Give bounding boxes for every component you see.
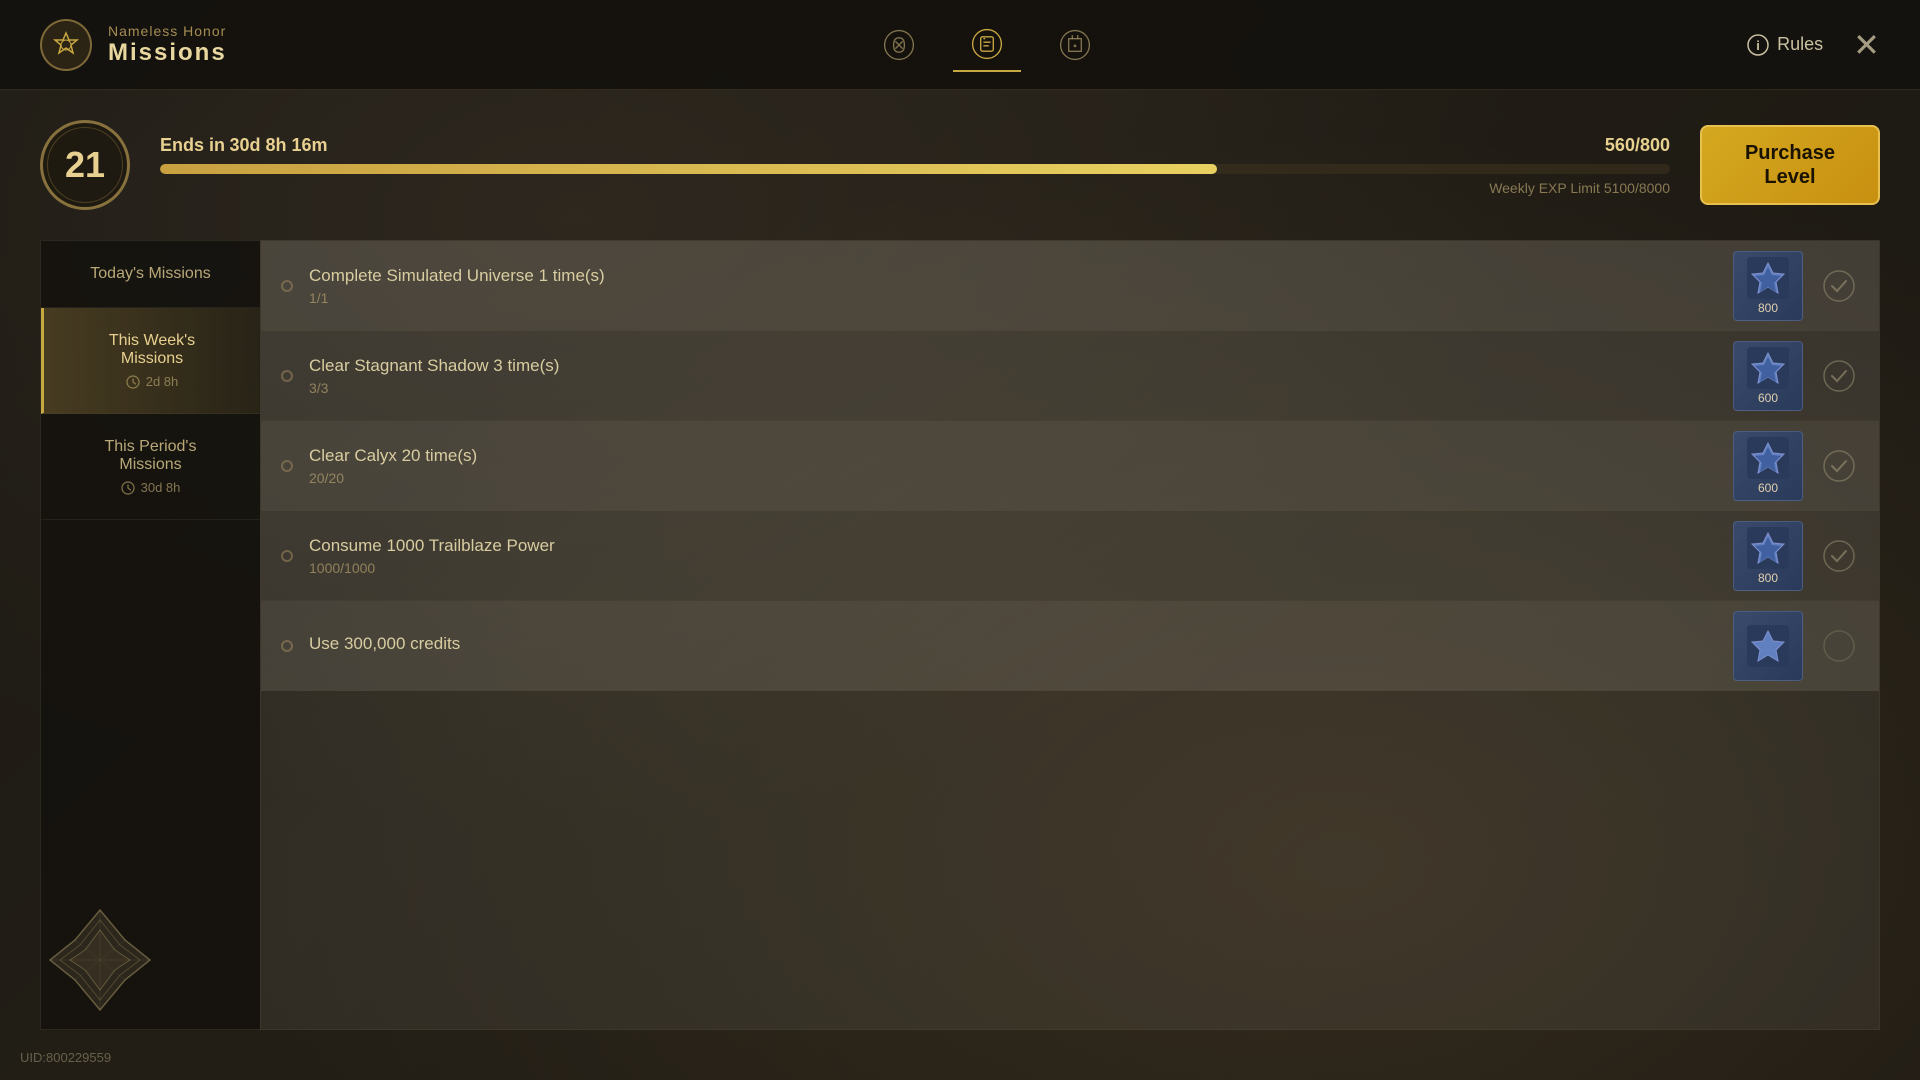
mission-reward bbox=[1733, 611, 1803, 681]
close-button[interactable]: ✕ bbox=[1853, 26, 1880, 64]
gem-decoration bbox=[40, 900, 160, 1020]
sidebar-period-timer: 30d 8h bbox=[61, 480, 240, 495]
body-layout: Today's Missions This Week'sMissions 2d … bbox=[40, 240, 1880, 1030]
mission-item: Use 300,000 credits bbox=[261, 601, 1879, 691]
level-number: 21 bbox=[65, 144, 105, 186]
header-title: Missions bbox=[108, 39, 227, 67]
sidebar-week-timer: 2d 8h bbox=[64, 374, 240, 389]
mission-reward-count: 800 bbox=[1758, 301, 1778, 315]
mission-text: Complete Simulated Universe 1 time(s) 1/… bbox=[309, 266, 1717, 306]
sidebar-item-period[interactable]: This Period'sMissions 30d 8h bbox=[41, 414, 260, 520]
ends-time: 30d 8h 16m bbox=[229, 135, 327, 155]
rules-label: Rules bbox=[1777, 34, 1823, 55]
mission-check bbox=[1819, 626, 1859, 666]
rules-button[interactable]: i Rules bbox=[1747, 34, 1823, 56]
header-right: i Rules ✕ bbox=[1747, 26, 1880, 64]
mission-list[interactable]: Complete Simulated Universe 1 time(s) 1/… bbox=[260, 240, 1880, 1030]
header-tabs bbox=[865, 18, 1109, 72]
mission-text: Clear Calyx 20 time(s) 20/20 bbox=[309, 446, 1717, 486]
mission-progress: 1/1 bbox=[309, 290, 1717, 306]
weekly-limit: Weekly EXP Limit 5100/8000 bbox=[160, 180, 1670, 196]
sidebar-item-today[interactable]: Today's Missions bbox=[41, 241, 260, 308]
tab-missions[interactable] bbox=[953, 18, 1021, 72]
svg-text:i: i bbox=[1756, 38, 1760, 53]
mission-reward: 800 bbox=[1733, 521, 1803, 591]
sidebar-period-time: 30d 8h bbox=[141, 480, 181, 495]
sidebar-period-label: This Period'sMissions bbox=[61, 438, 240, 474]
mission-item: Clear Calyx 20 time(s) 20/20 600 bbox=[261, 421, 1879, 511]
mission-reward-count: 800 bbox=[1758, 571, 1778, 585]
mission-item: Clear Stagnant Shadow 3 time(s) 3/3 600 bbox=[261, 331, 1879, 421]
mission-bullet bbox=[281, 550, 293, 562]
progress-bar-fill bbox=[160, 164, 1217, 174]
mission-check bbox=[1819, 446, 1859, 486]
header-bar: Nameless Honor Missions bbox=[0, 0, 1920, 90]
mission-bullet bbox=[281, 280, 293, 292]
ends-prefix: Ends in bbox=[160, 135, 225, 155]
mission-item: Consume 1000 Trailblaze Power 1000/1000 … bbox=[261, 511, 1879, 601]
ends-in-label: Ends in 30d 8h 16m bbox=[160, 135, 328, 156]
mission-check bbox=[1819, 536, 1859, 576]
uid: UID:800229559 bbox=[20, 1050, 111, 1065]
sidebar-today-label: Today's Missions bbox=[61, 265, 240, 283]
mission-text: Consume 1000 Trailblaze Power 1000/1000 bbox=[309, 536, 1717, 576]
mission-bullet bbox=[281, 640, 293, 652]
sidebar-week-label: This Week'sMissions bbox=[64, 332, 240, 368]
progress-section: Ends in 30d 8h 16m 560/800 Weekly EXP Li… bbox=[160, 135, 1670, 196]
nameless-honor-icon bbox=[40, 19, 92, 71]
header-subtitle: Nameless Honor bbox=[108, 23, 227, 39]
sidebar-item-week[interactable]: This Week'sMissions 2d 8h bbox=[41, 308, 260, 414]
mission-reward-count: 600 bbox=[1758, 391, 1778, 405]
sidebar-week-time: 2d 8h bbox=[146, 374, 179, 389]
mission-progress: 20/20 bbox=[309, 470, 1717, 486]
mission-bullet bbox=[281, 460, 293, 472]
mission-progress: 1000/1000 bbox=[309, 560, 1717, 576]
mission-reward: 600 bbox=[1733, 341, 1803, 411]
mission-text: Use 300,000 credits bbox=[309, 634, 1717, 658]
mission-name: Clear Stagnant Shadow 3 time(s) bbox=[309, 356, 1717, 376]
mission-text: Clear Stagnant Shadow 3 time(s) 3/3 bbox=[309, 356, 1717, 396]
mission-name: Use 300,000 credits bbox=[309, 634, 1717, 654]
progress-bar bbox=[160, 164, 1670, 174]
header-title-group: Nameless Honor Missions bbox=[108, 23, 227, 67]
exp-count: 560/800 bbox=[1605, 135, 1670, 156]
progress-row: 21 Ends in 30d 8h 16m 560/800 Weekly EXP… bbox=[40, 120, 1880, 210]
progress-top: Ends in 30d 8h 16m 560/800 bbox=[160, 135, 1670, 156]
mission-reward-count: 600 bbox=[1758, 481, 1778, 495]
mission-check bbox=[1819, 266, 1859, 306]
mission-name: Complete Simulated Universe 1 time(s) bbox=[309, 266, 1717, 286]
tab-log[interactable] bbox=[1041, 19, 1109, 71]
header-left: Nameless Honor Missions bbox=[40, 19, 227, 71]
mission-bullet bbox=[281, 370, 293, 382]
mission-check bbox=[1819, 356, 1859, 396]
mission-name: Consume 1000 Trailblaze Power bbox=[309, 536, 1717, 556]
tab-rewards[interactable] bbox=[865, 19, 933, 71]
level-circle: 21 bbox=[40, 120, 130, 210]
mission-reward: 800 bbox=[1733, 251, 1803, 321]
purchase-level-button[interactable]: PurchaseLevel bbox=[1700, 125, 1880, 205]
mission-item: Complete Simulated Universe 1 time(s) 1/… bbox=[261, 241, 1879, 331]
mission-reward: 600 bbox=[1733, 431, 1803, 501]
mission-progress: 3/3 bbox=[309, 380, 1717, 396]
main-content: 21 Ends in 30d 8h 16m 560/800 Weekly EXP… bbox=[0, 90, 1920, 1080]
mission-name: Clear Calyx 20 time(s) bbox=[309, 446, 1717, 466]
